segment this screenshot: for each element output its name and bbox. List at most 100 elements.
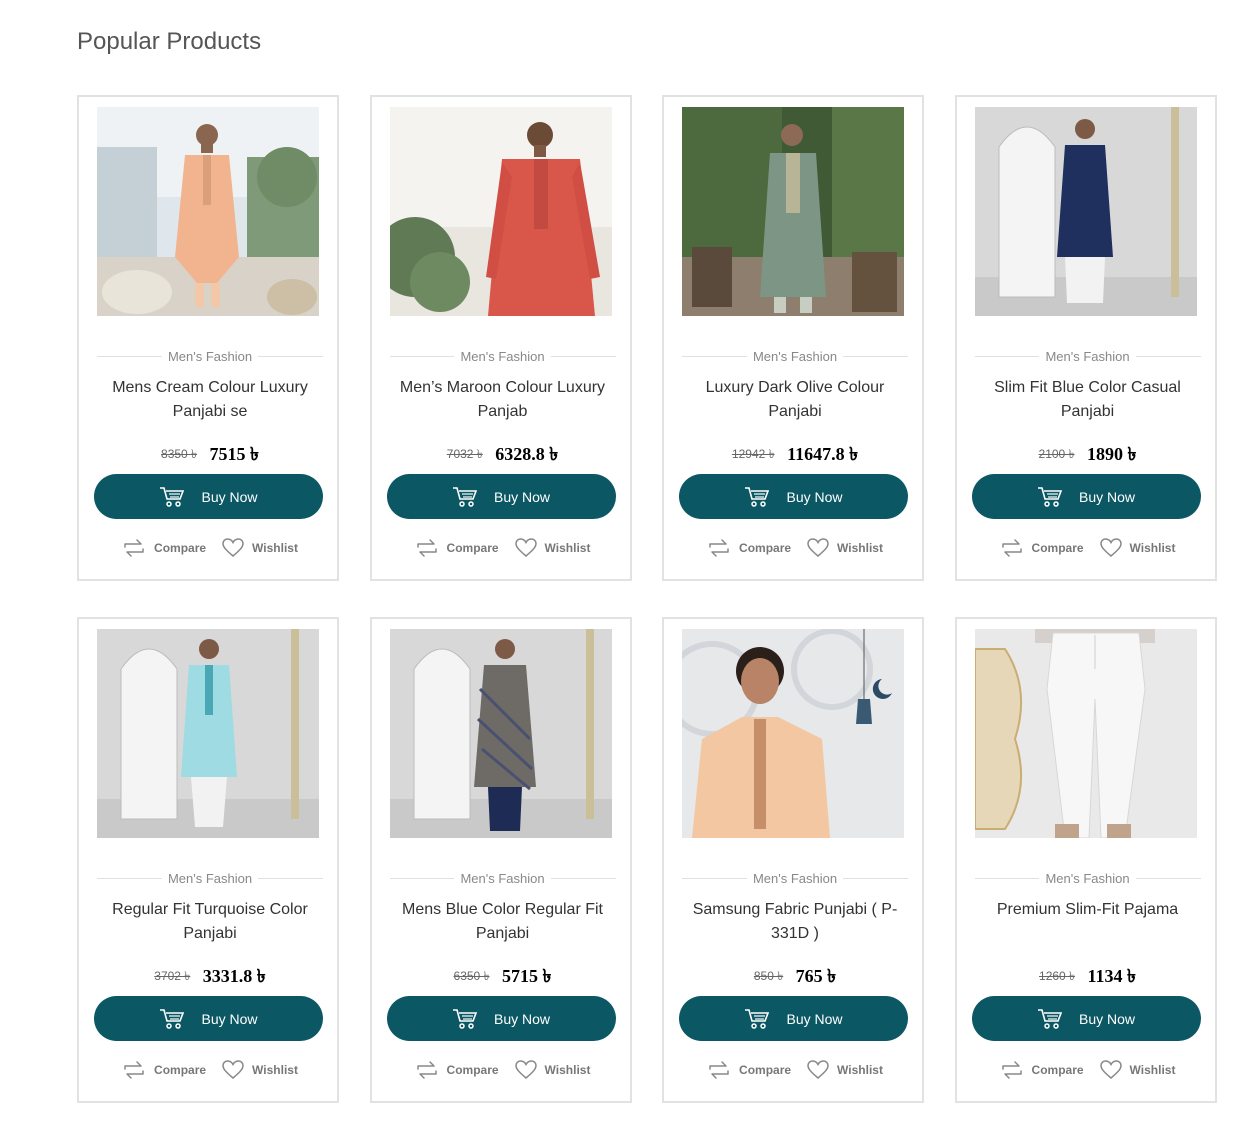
product-image[interactable] <box>389 107 612 316</box>
old-price: 1260 ৳ <box>1039 968 1076 983</box>
product-image[interactable] <box>682 629 904 838</box>
buy-now-button[interactable]: Buy Now <box>94 996 323 1041</box>
wishlist-button[interactable]: Wishlist <box>807 538 883 558</box>
product-prices: 850 ৳ 765 ৳ <box>664 962 926 993</box>
compare-icon <box>416 1061 437 1079</box>
product-category: Men's Fashion <box>97 871 323 886</box>
compare-label: Compare <box>739 1063 792 1077</box>
compare-label: Compare <box>739 541 792 555</box>
product-card: Men's Fashion Regular Fit Turquoise Colo… <box>77 617 339 1103</box>
product-actions: Compare Wishlist <box>664 538 926 558</box>
wishlist-button[interactable]: Wishlist <box>1099 538 1175 558</box>
product-name[interactable]: Men’s Maroon Colour Luxury Panjab <box>386 376 620 424</box>
product-card: Men's Fashion Slim Fit Blue Color Casual… <box>954 95 1219 581</box>
wishlist-button[interactable]: Wishlist <box>1099 1060 1175 1080</box>
buy-now-button[interactable]: Buy Now <box>94 474 323 519</box>
buy-now-button[interactable]: Buy Now <box>679 996 908 1041</box>
product-card: Men's Fashion Samsung Fabric Punjabi ( P… <box>662 617 924 1103</box>
product-name[interactable]: Slim Fit Blue Color Casual Panjabi <box>971 376 1205 424</box>
buy-now-button[interactable]: Buy Now <box>386 996 616 1041</box>
buy-now-label: Buy Now <box>201 488 258 505</box>
product-image[interactable] <box>974 629 1197 838</box>
compare-label: Compare <box>446 1063 499 1077</box>
sale-price: 11647.8 ৳ <box>787 444 859 464</box>
product-image[interactable] <box>97 629 319 838</box>
compare-label: Compare <box>154 541 207 555</box>
sale-price: 1890 ৳ <box>1087 444 1137 464</box>
sale-price: 6328.8 ৳ <box>495 444 559 464</box>
wishlist-button[interactable]: Wishlist <box>222 1060 298 1080</box>
heart-icon <box>222 538 244 557</box>
product-actions: Compare Wishlist <box>79 1060 341 1080</box>
product-category: Men's Fashion <box>97 349 323 364</box>
product-prices: 6350 ৳ 5715 ৳ <box>372 962 634 993</box>
heart-icon <box>807 538 829 557</box>
heart-icon <box>1099 538 1122 557</box>
product-category: Men's Fashion <box>390 349 616 364</box>
product-grid: Men's Fashion Mens Cream Colour Luxury P… <box>77 95 1217 1103</box>
product-image[interactable] <box>682 107 904 316</box>
buy-now-button[interactable]: Buy Now <box>679 474 908 519</box>
product-image[interactable] <box>974 107 1197 316</box>
product-card: Men's Fashion Premium Slim-Fit Pajama 12… <box>954 617 1219 1103</box>
compare-button[interactable]: Compare <box>415 538 499 558</box>
heart-icon <box>514 1060 537 1079</box>
compare-icon <box>124 1061 144 1079</box>
cart-icon <box>1037 486 1063 507</box>
buy-now-button[interactable]: Buy Now <box>971 474 1201 519</box>
compare-button[interactable]: Compare <box>415 1060 499 1080</box>
heart-icon <box>514 538 537 557</box>
compare-button[interactable]: Compare <box>1000 538 1084 558</box>
wishlist-label: Wishlist <box>544 541 591 555</box>
buy-now-button[interactable]: Buy Now <box>386 474 616 519</box>
buy-now-button[interactable]: Buy Now <box>971 996 1201 1041</box>
product-name[interactable]: Mens Cream Colour Luxury Panjabi se <box>93 376 327 424</box>
compare-button[interactable]: Compare <box>1000 1060 1084 1080</box>
product-prices: 12942 ৳ 11647.8 ৳ <box>664 440 926 471</box>
sale-price: 5715 ৳ <box>502 966 552 986</box>
cart-icon <box>160 486 185 507</box>
product-prices: 7032 ৳ 6328.8 ৳ <box>372 440 634 471</box>
compare-icon <box>1001 1061 1022 1079</box>
product-name[interactable]: Premium Slim-Fit Pajama <box>971 898 1205 922</box>
buy-now-label: Buy Now <box>786 488 843 505</box>
cart-icon <box>452 1008 478 1029</box>
product-name[interactable]: Mens Blue Color Regular Fit Panjabi <box>386 898 620 946</box>
old-price: 2100 ৳ <box>1038 446 1075 461</box>
sale-price: 3331.8 ৳ <box>202 966 266 986</box>
product-category: Men's Fashion <box>682 349 908 364</box>
old-price: 8350 ৳ <box>161 446 198 461</box>
old-price: 6350 ৳ <box>453 968 490 983</box>
buy-now-label: Buy Now <box>1078 1010 1136 1027</box>
product-card: Men's Fashion Luxury Dark Olive Colour P… <box>662 95 924 581</box>
wishlist-button[interactable]: Wishlist <box>514 1060 590 1080</box>
compare-button[interactable]: Compare <box>122 538 206 558</box>
old-price: 12942 ৳ <box>731 446 775 461</box>
cart-icon <box>745 486 770 507</box>
compare-label: Compare <box>446 541 499 555</box>
product-image[interactable] <box>389 629 612 838</box>
wishlist-label: Wishlist <box>252 1063 298 1077</box>
old-price: 7032 ৳ <box>446 446 483 461</box>
product-image[interactable] <box>97 107 319 316</box>
wishlist-button[interactable]: Wishlist <box>807 1060 883 1080</box>
compare-button[interactable]: Compare <box>707 538 791 558</box>
sale-price: 1134 ৳ <box>1087 966 1136 986</box>
product-prices: 1260 ৳ 1134 ৳ <box>957 962 1219 993</box>
wishlist-button[interactable]: Wishlist <box>514 538 591 558</box>
product-actions: Compare Wishlist <box>957 538 1219 558</box>
product-name[interactable]: Luxury Dark Olive Colour Panjabi <box>678 376 912 424</box>
compare-icon <box>709 1061 729 1079</box>
heart-icon <box>807 1060 829 1079</box>
product-name[interactable]: Samsung Fabric Punjabi ( P-331D ) <box>678 898 912 946</box>
heart-icon <box>222 1060 244 1079</box>
product-card: Men's Fashion Mens Blue Color Regular Fi… <box>369 617 634 1103</box>
product-actions: Compare Wishlist <box>372 1060 634 1080</box>
wishlist-button[interactable]: Wishlist <box>222 538 298 558</box>
compare-button[interactable]: Compare <box>122 1060 206 1080</box>
compare-label: Compare <box>1031 541 1084 555</box>
product-category: Men's Fashion <box>682 871 908 886</box>
compare-button[interactable]: Compare <box>707 1060 791 1080</box>
product-name[interactable]: Regular Fit Turquoise Color Panjabi <box>93 898 327 946</box>
buy-now-label: Buy Now <box>786 1010 843 1027</box>
